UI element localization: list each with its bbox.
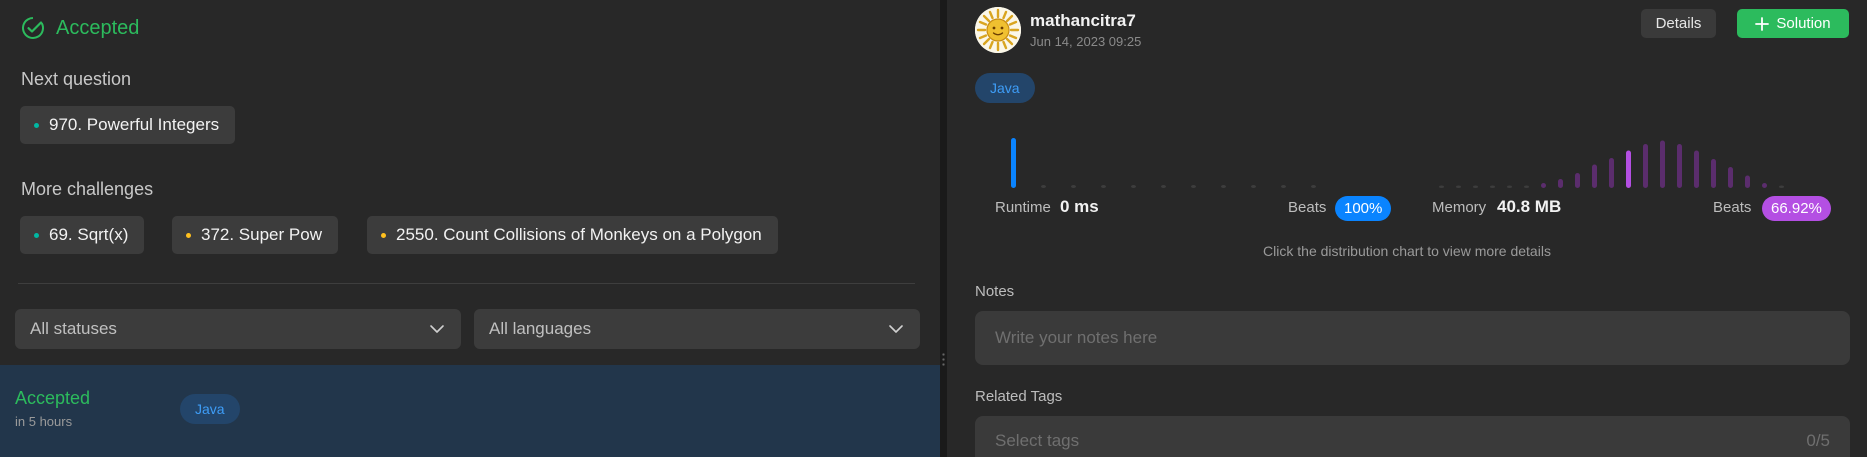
distribution-bar[interactable] (1762, 183, 1767, 188)
language-filter-value: All languages (489, 319, 592, 338)
challenge-chip[interactable]: 2550. Count Collisions of Monkeys on a P… (367, 216, 778, 254)
tags-placeholder: Select tags (995, 431, 1080, 450)
runtime-beats-badge: 100% (1335, 196, 1392, 221)
chart-hint: Click the distribution chart to view mor… (1263, 243, 1551, 259)
more-challenges-label: More challenges (21, 179, 154, 199)
distribution-bar[interactable] (1677, 144, 1682, 188)
distribution-bar[interactable] (1456, 185, 1461, 189)
memory-distribution-chart[interactable] (1435, 130, 1805, 188)
chevron-down-icon (430, 325, 444, 333)
distribution-bar[interactable] (1711, 159, 1716, 188)
notes-placeholder: Write your notes here (995, 328, 1158, 347)
difficulty-dot-easy (34, 122, 39, 128)
challenge-title: 2550. Count Collisions of Monkeys on a P… (396, 225, 762, 244)
status-filter-value: All statuses (30, 319, 117, 338)
distribution-bar[interactable] (1745, 175, 1750, 189)
submission-row[interactable]: Accepted in 5 hours Java (0, 365, 940, 457)
submission-detail-panel: mathancitra7 Jun 14, 2023 09:25 Details … (947, 0, 1867, 457)
distribution-bar[interactable] (1161, 185, 1166, 188)
panel-splitter[interactable] (940, 0, 947, 457)
details-button[interactable]: Details (1641, 9, 1716, 38)
username[interactable]: mathancitra7 (1030, 11, 1136, 31)
distribution-bar[interactable] (1626, 150, 1631, 189)
distribution-bar[interactable] (1643, 144, 1648, 188)
distribution-bar[interactable] (1191, 185, 1196, 188)
distribution-bar[interactable] (1221, 185, 1226, 188)
language-badge: Java (975, 73, 1035, 103)
submission-date: Jun 14, 2023 09:25 (1030, 34, 1142, 49)
distribution-bar[interactable] (1592, 164, 1597, 189)
status-filter-select[interactable]: All statuses (15, 309, 461, 349)
language-filter-select[interactable]: All languages (474, 309, 920, 349)
divider (18, 283, 915, 284)
runtime-distribution-chart[interactable] (1007, 130, 1327, 188)
distribution-bar[interactable] (1011, 138, 1016, 188)
runtime-value: 0 ms (1060, 197, 1099, 216)
distribution-bar[interactable] (1541, 183, 1546, 188)
result-status: Accepted (56, 16, 140, 39)
distribution-bar[interactable] (1251, 185, 1256, 188)
check-circle-icon (22, 17, 44, 39)
distribution-bar[interactable] (1779, 185, 1784, 189)
difficulty-dot-easy (34, 232, 39, 238)
distribution-bar[interactable] (1609, 158, 1614, 188)
distribution-bar[interactable] (1473, 185, 1478, 189)
challenge-title: 69. Sqrt(x) (49, 225, 129, 244)
notes-input[interactable]: Write your notes here (975, 311, 1850, 365)
submission-time: in 5 hours (15, 414, 73, 429)
avatar[interactable] (975, 7, 1021, 53)
next-question-title: 970. Powerful Integers (49, 115, 220, 134)
drag-handle-icon[interactable] (942, 352, 945, 368)
distribution-bar[interactable] (1071, 185, 1076, 188)
next-question-label: Next question (21, 69, 132, 89)
distribution-bar[interactable] (1694, 150, 1699, 189)
distribution-bar[interactable] (1575, 173, 1580, 188)
challenge-chip[interactable]: 69. Sqrt(x) (20, 216, 145, 254)
submission-status: Accepted (15, 388, 91, 408)
runtime-label: Runtime (995, 199, 1051, 216)
memory-beats-badge: 66.92% (1762, 196, 1831, 221)
tags-count: 0/5 (1806, 431, 1830, 450)
difficulty-dot-medium (186, 232, 191, 238)
plus-icon (1755, 16, 1770, 31)
memory-label: Memory (1432, 199, 1487, 216)
submission-list-panel: Accepted Next question 970. Powerful Int… (0, 0, 940, 457)
memory-value: 40.8 MB (1497, 197, 1562, 216)
distribution-bar[interactable] (1101, 185, 1106, 188)
distribution-bar[interactable] (1281, 185, 1286, 188)
tags-select[interactable]: Select tags 0/5 (975, 416, 1850, 457)
distribution-bar[interactable] (1524, 185, 1529, 189)
memory-beats-label: Beats (1713, 199, 1752, 216)
solution-button-label: Solution (1776, 15, 1831, 32)
distribution-bar[interactable] (1728, 167, 1733, 188)
challenge-title: 372. Super Pow (201, 225, 322, 244)
next-question-chip[interactable]: 970. Powerful Integers (20, 106, 236, 144)
distribution-bar[interactable] (1041, 185, 1046, 188)
distribution-bar[interactable] (1311, 185, 1316, 188)
runtime-beats-label: Beats (1288, 199, 1327, 216)
solution-button[interactable]: Solution (1737, 9, 1849, 38)
distribution-bar[interactable] (1490, 185, 1495, 189)
chevron-down-icon (889, 325, 903, 333)
distribution-bar[interactable] (1131, 185, 1136, 188)
distribution-bar[interactable] (1558, 179, 1563, 188)
distribution-bar[interactable] (1507, 185, 1512, 189)
related-tags-label: Related Tags (975, 388, 1063, 405)
sun-avatar-icon (975, 7, 1021, 53)
challenge-chip[interactable]: 372. Super Pow (172, 216, 338, 254)
difficulty-dot-medium (381, 232, 386, 238)
notes-label: Notes (975, 283, 1015, 300)
app-root: Accepted Next question 970. Powerful Int… (0, 0, 1867, 457)
distribution-bar[interactable] (1439, 185, 1444, 189)
result-header: Accepted (21, 16, 139, 40)
distribution-bar[interactable] (1660, 140, 1665, 189)
submission-language-badge: Java (180, 394, 240, 424)
